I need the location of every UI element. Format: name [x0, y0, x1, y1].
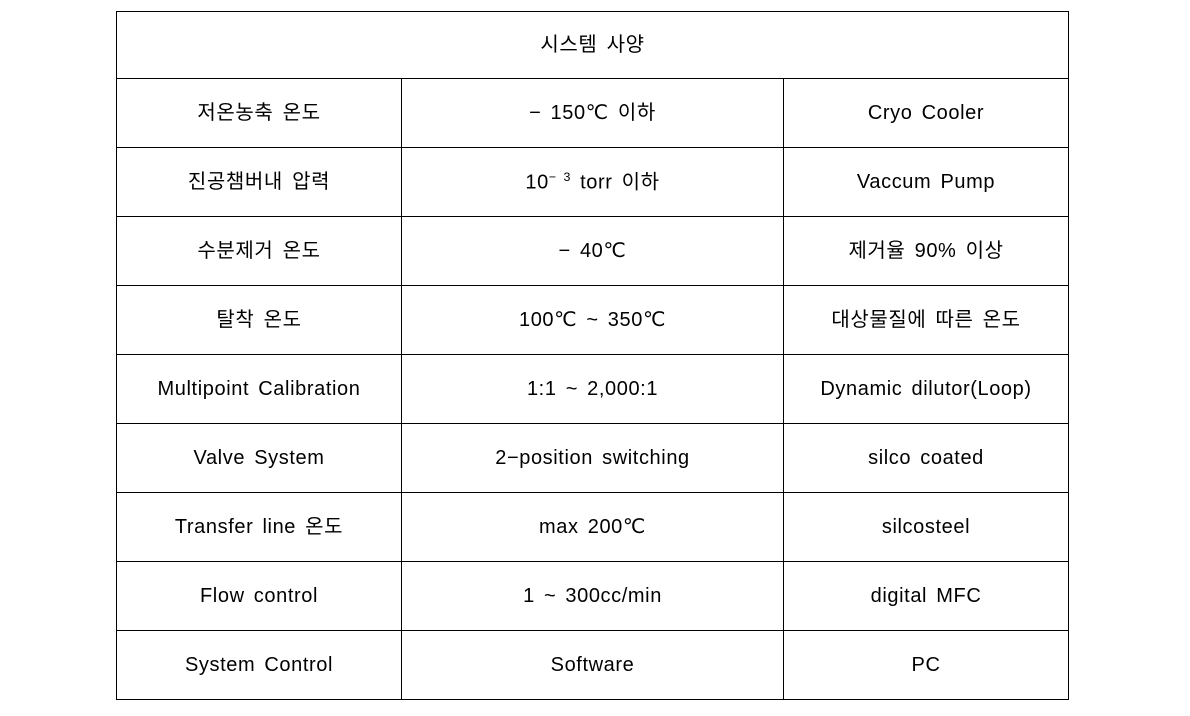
system-specification-table: 시스템 사양 저온농축 온도 − 150℃ 이하 Cryo Cooler 진공챔…	[115, 11, 1070, 700]
table-row: 탈착 온도 100℃ ~ 350℃ 대상물질에 따른 온도	[116, 285, 1070, 355]
row-spec-value: 10− 3 torr 이하	[401, 147, 784, 217]
row-item-label: 수분제거 온도	[116, 216, 402, 286]
row-spec-value: − 150℃ 이하	[401, 78, 784, 148]
row-spec-value: max 200℃	[401, 492, 784, 562]
row-spec-value: 1 ~ 300cc/min	[401, 561, 784, 631]
row-remark-value: Cryo Cooler	[782, 78, 1070, 148]
row-remark-value: Vaccum Pump	[782, 147, 1070, 217]
row-remark-value: 대상물질에 따른 온도	[782, 285, 1070, 355]
row-spec-value: Software	[401, 630, 784, 700]
table-body: 저온농축 온도 − 150℃ 이하 Cryo Cooler 진공챔버내 압력 1…	[116, 78, 1070, 700]
table-row: System Control Software PC	[116, 630, 1070, 700]
table-row: 저온농축 온도 − 150℃ 이하 Cryo Cooler	[116, 78, 1070, 148]
table-header: 시스템 사양	[115, 11, 1070, 79]
spec-base: 10	[525, 171, 549, 194]
table-row: Transfer line 온도 max 200℃ silcosteel	[116, 492, 1070, 562]
row-item-label: Valve System	[116, 423, 402, 493]
table-row: 수분제거 온도 − 40℃ 제거율 90% 이상	[116, 216, 1070, 286]
row-spec-value: 2−position switching	[401, 423, 784, 493]
row-item-label: Transfer line 온도	[116, 492, 402, 562]
row-spec-value: − 40℃	[401, 216, 784, 286]
row-remark-value: 제거율 90% 이상	[782, 216, 1070, 286]
row-spec-value: 100℃ ~ 350℃	[401, 285, 784, 355]
row-item-label: System Control	[116, 630, 402, 700]
table-title-row: 시스템 사양	[115, 11, 1070, 79]
spec-exponent: − 3	[548, 169, 571, 184]
row-remark-value: silcosteel	[782, 492, 1070, 562]
row-item-label: Flow control	[116, 561, 402, 631]
row-item-label: Multipoint Calibration	[116, 354, 402, 424]
row-remark-value: Dynamic dilutor(Loop)	[782, 354, 1070, 424]
row-item-label: 탈착 온도	[116, 285, 402, 355]
row-remark-value: PC	[782, 630, 1070, 700]
row-item-label: 진공챔버내 압력	[116, 147, 402, 217]
page-root: 시스템 사양 저온농축 온도 − 150℃ 이하 Cryo Cooler 진공챔…	[0, 0, 1190, 716]
table-row: 진공챔버내 압력 10− 3 torr 이하 Vaccum Pump	[116, 147, 1070, 217]
row-spec-value: 1:1 ~ 2,000:1	[401, 354, 784, 424]
spec-unit: torr 이하	[570, 171, 660, 194]
table-row: Valve System 2−position switching silco …	[116, 423, 1070, 493]
row-remark-value: silco coated	[782, 423, 1070, 493]
row-remark-value: digital MFC	[782, 561, 1070, 631]
row-item-label: 저온농축 온도	[116, 78, 402, 148]
table-title-cell: 시스템 사양	[115, 11, 1070, 79]
table-row: Flow control 1 ~ 300cc/min digital MFC	[116, 561, 1070, 631]
table-row: Multipoint Calibration 1:1 ~ 2,000:1 Dyn…	[116, 354, 1070, 424]
